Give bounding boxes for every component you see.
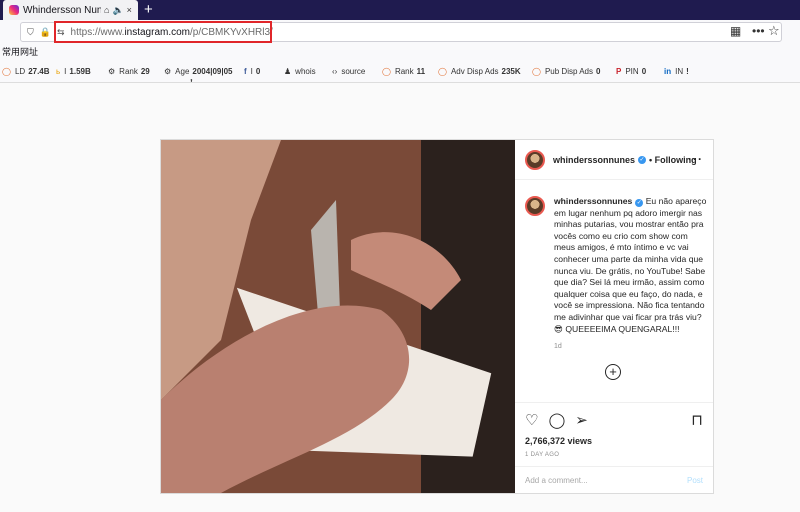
post-actions: ♡ ◯ ➢ ⊓ 2,766,372 views 1 DAY AGO Add a … <box>515 402 713 493</box>
seo-item-pub-disp-ads[interactable]: ◯ Pub Disp Ads 0 <box>532 67 600 76</box>
seo-item-linkedin[interactable]: in IN! <box>664 67 689 76</box>
seo-item-facebook[interactable]: fI0 <box>244 67 260 76</box>
pinterest-icon: P <box>616 67 622 76</box>
caption-avatar[interactable] <box>525 196 545 216</box>
save-bookmark-icon[interactable]: ⊓ <box>691 411 703 429</box>
seo-item-rank[interactable]: ⚙ Rank 29 <box>108 67 150 76</box>
circle-icon: ◯ <box>2 67 11 76</box>
comment-input[interactable]: Add a comment... <box>525 476 588 485</box>
load-more-comments-button[interactable]: + <box>605 364 621 380</box>
circle-icon: ◯ <box>532 67 541 76</box>
seo-item-index[interactable]: ь I 1.59B <box>56 67 91 76</box>
shield-icon[interactable]: ⛉ <box>27 27 34 38</box>
post-header: whinderssonnunes ✓ • Following ··· <box>515 140 713 180</box>
circle-icon: ◯ <box>382 67 391 76</box>
seo-item-whois[interactable]: ♟ whois <box>284 67 316 76</box>
seo-item-age[interactable]: ⚙ Age 2004|09|05 <box>164 67 232 76</box>
browser-tab[interactable]: Whindersson Nunes ⌂ 🔈 × <box>3 0 138 20</box>
post-caption: whinderssonnunes ✓ Eu não apareço em luga… <box>525 196 707 335</box>
instagram-post: whinderssonnunes ✓ • Following ··· whind… <box>160 139 714 494</box>
username-link[interactable]: whinderssonnunes <box>553 155 635 165</box>
more-menu-icon[interactable]: ••• <box>752 24 765 38</box>
bookmark-star-icon[interactable]: ☆ <box>768 23 780 39</box>
avatar[interactable] <box>525 149 545 170</box>
tab-title: Whindersson Nunes <box>23 4 101 16</box>
caption-username[interactable]: whinderssonnunes <box>554 196 632 206</box>
person-icon: ♟ <box>284 67 292 76</box>
speaker-icon[interactable]: 🔈 <box>112 5 123 16</box>
new-tab-button[interactable]: + <box>144 1 153 19</box>
seo-item-ld[interactable]: ◯ LD 27.4B <box>2 67 50 76</box>
post-video[interactable] <box>161 140 515 493</box>
caption-timestamp: 1d <box>554 343 562 350</box>
instagram-favicon-icon <box>9 5 19 15</box>
qr-code-icon[interactable]: ▦ <box>730 24 741 38</box>
home-icon: ⌂ <box>104 5 110 15</box>
truncated-heading: ʼ <box>190 78 193 89</box>
verified-icon: ✓ <box>635 199 644 207</box>
facebook-icon: f <box>244 67 247 76</box>
seo-item-adv-disp-ads[interactable]: ◯ Adv Disp Ads 235K <box>438 67 521 76</box>
video-frame-image <box>161 140 515 493</box>
share-icon[interactable]: ➢ <box>575 411 588 429</box>
seo-item-source[interactable]: ‹› source <box>332 67 365 76</box>
post-sidebar: whinderssonnunes ✓ • Following ··· whind… <box>515 140 713 493</box>
url-highlight-box <box>54 21 272 43</box>
caption-text: Eu não apareço em lugar nenhum pq adoro … <box>554 196 707 334</box>
b-icon: ь <box>56 67 61 76</box>
views-count[interactable]: 2,766,372 views <box>525 436 592 446</box>
bookmarks-bar: 常用网址 <box>0 43 800 61</box>
page-content: ʼ whinderssonnunes ✓ • Following ··· whi… <box>0 78 800 512</box>
seo-item-rank-2[interactable]: ◯ Rank 11 <box>382 67 425 76</box>
comment-box: Add a comment... Post <box>515 466 713 494</box>
bookmark-item[interactable]: 常用网址 <box>2 47 38 57</box>
code-icon: ‹› <box>332 67 338 76</box>
post-timestamp: 1 DAY AGO <box>525 452 560 458</box>
seo-toolbar: ◯ LD 27.4B ь I 1.59B ⚙ Rank 29 ⚙ Age 2004|09|05 … <box>0 61 800 83</box>
gear-icon: ⚙ <box>108 67 116 76</box>
linkedin-icon: in <box>664 67 672 76</box>
tab-bar: Whindersson Nunes ⌂ 🔈 × + <box>0 0 800 20</box>
gear-icon: ⚙ <box>164 67 172 76</box>
verified-icon: ✓ <box>638 155 647 164</box>
close-tab-icon[interactable]: × <box>127 5 132 15</box>
lock-icon[interactable]: 🔒 <box>40 27 51 38</box>
comment-icon[interactable]: ◯ <box>548 411 565 429</box>
heart-icon[interactable]: ♡ <box>525 411 538 429</box>
seo-item-pinterest[interactable]: P PIN 0 <box>616 67 646 76</box>
more-options-icon[interactable]: ··· <box>688 152 703 166</box>
circle-icon: ◯ <box>438 67 447 76</box>
post-comment-button[interactable]: Post <box>687 476 703 485</box>
